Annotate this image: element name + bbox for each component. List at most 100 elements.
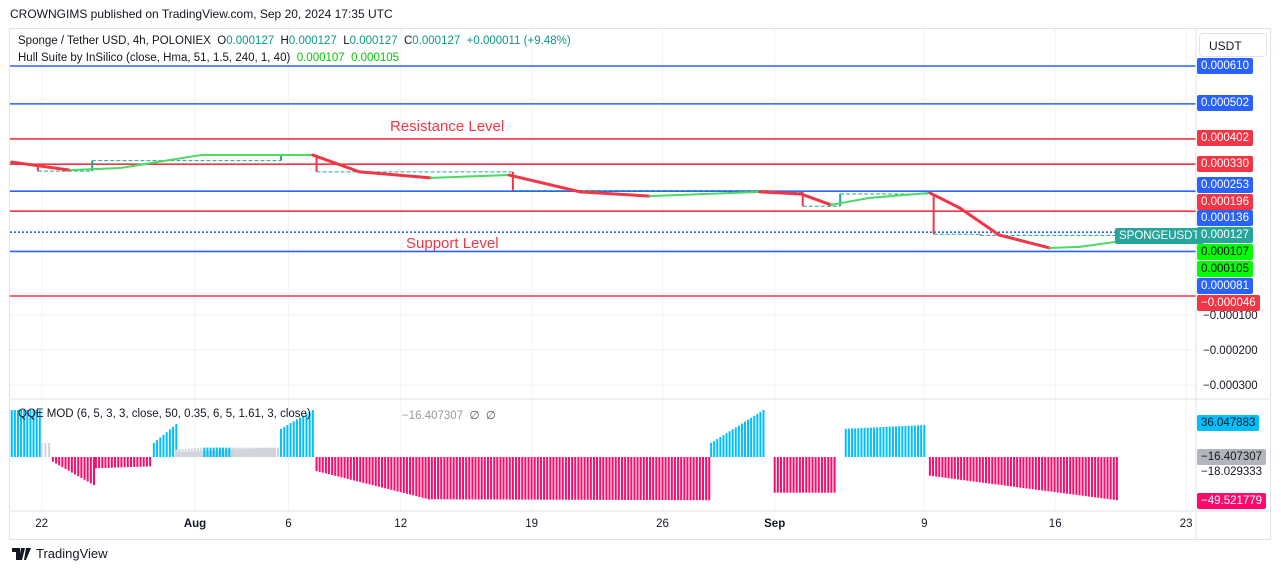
qqe-bar bbox=[123, 457, 126, 468]
x-tick-label: 26 bbox=[656, 518, 669, 530]
qqe-bar bbox=[802, 457, 805, 493]
qqe-bar bbox=[944, 457, 947, 478]
qqe-bar bbox=[499, 457, 502, 500]
qqe-bar bbox=[346, 457, 349, 479]
qqe-bar bbox=[218, 447, 221, 457]
price-tick-label: −0.000100 bbox=[1203, 310, 1258, 322]
qqe-bar bbox=[129, 457, 132, 468]
qqe-bar bbox=[486, 457, 489, 500]
qqe-bar bbox=[44, 442, 47, 457]
qqe-bar bbox=[200, 447, 203, 457]
qqe-bar bbox=[759, 411, 762, 457]
qqe-bar bbox=[592, 457, 595, 500]
qqe-bar bbox=[13, 410, 16, 457]
qqe-bar bbox=[677, 457, 680, 501]
x-tick-label: 22 bbox=[35, 518, 48, 530]
qqe-bar bbox=[61, 457, 64, 468]
qqe-bar bbox=[270, 447, 273, 457]
qqe-bar bbox=[827, 457, 830, 493]
qqe-bar bbox=[1031, 457, 1034, 490]
qqe-bar bbox=[1050, 457, 1053, 492]
qqe-bar bbox=[664, 457, 667, 501]
qqe-bar bbox=[913, 425, 916, 457]
qqe-bar bbox=[359, 457, 362, 483]
qqe-bar bbox=[820, 457, 823, 493]
time-axis: 22 Aug 6 12 19 26 Sep 9 16 23 bbox=[35, 518, 1192, 530]
hull-segment bbox=[799, 192, 833, 207]
qqe-bar bbox=[1047, 457, 1050, 492]
chart-canvas[interactable]: −0.000100 −0.000200 −0.000300 22 Aug 6 12 19 26… bbox=[0, 0, 1281, 573]
qqe-bar bbox=[101, 457, 104, 469]
qqe-bar bbox=[811, 457, 814, 493]
qqe-bar bbox=[299, 417, 302, 457]
qqe-bar bbox=[433, 457, 436, 500]
qqe-bar bbox=[617, 457, 620, 500]
qqe-bar bbox=[349, 457, 352, 480]
hull-value-2: 0.000105 bbox=[351, 52, 400, 64]
qqe-bar bbox=[402, 457, 405, 494]
qqe-bar bbox=[960, 457, 963, 480]
qqe-bar bbox=[203, 447, 206, 457]
tradingview-logo[interactable]: TradingView bbox=[12, 546, 108, 561]
qqe-bar bbox=[847, 428, 850, 457]
qqe-bar bbox=[941, 457, 944, 478]
qqe-bar bbox=[928, 457, 931, 476]
qqe-bar bbox=[876, 427, 879, 457]
qqe-bar bbox=[1087, 457, 1090, 497]
qqe-bar bbox=[705, 457, 708, 501]
qqe-bar bbox=[1081, 457, 1084, 496]
x-tick-label: 12 bbox=[394, 518, 407, 530]
qqe-bar bbox=[568, 457, 570, 500]
qqe-bar bbox=[805, 457, 808, 493]
qqe-bar bbox=[851, 428, 854, 457]
price-level-label: −0.000046 bbox=[1197, 295, 1260, 311]
hull-value-1: 0.000107 bbox=[296, 52, 345, 64]
qqe-bar bbox=[508, 457, 511, 500]
hull-segment bbox=[1078, 241, 1117, 248]
qqe-bar bbox=[427, 457, 430, 500]
qqe-bar bbox=[552, 457, 555, 500]
horizontal-levels bbox=[10, 65, 1196, 297]
qqe-bar bbox=[1041, 457, 1044, 491]
qqe-bar bbox=[728, 431, 731, 457]
qqe-bar bbox=[981, 457, 984, 483]
qqe-bar bbox=[194, 448, 196, 457]
qqe-bar bbox=[901, 426, 904, 457]
qqe-bar bbox=[458, 457, 461, 500]
qqe-bar bbox=[798, 457, 801, 493]
qqe-bar bbox=[393, 457, 396, 491]
qqe-bar bbox=[991, 457, 994, 484]
qqe-bar bbox=[555, 457, 558, 500]
hull-segment bbox=[358, 170, 433, 180]
qqe-bar bbox=[747, 419, 750, 457]
qqe-bar bbox=[136, 457, 139, 467]
symbol-legend[interactable]: Sponge / Tether USD, 4h, POLONIEX O0.000… bbox=[18, 35, 571, 47]
qqe-bar bbox=[1062, 457, 1065, 494]
price-level-label: 0.000330 bbox=[1197, 156, 1253, 172]
hull-segment bbox=[10, 160, 72, 172]
qqe-bar bbox=[159, 437, 162, 457]
qqe-bar bbox=[412, 457, 415, 496]
hull-legend[interactable]: Hull Suite by InSilico (close, Hma, 51, … bbox=[18, 52, 399, 64]
qqe-bar bbox=[888, 426, 891, 457]
qqe-bar bbox=[421, 457, 424, 498]
x-tick-label: Sep bbox=[764, 518, 785, 530]
qqe-bar bbox=[396, 457, 399, 492]
qqe-legend[interactable]: QQE MOD (6, 5, 3, 3, close, 50, 0.35, 6,… bbox=[18, 408, 311, 420]
qqe-bar bbox=[181, 449, 184, 457]
qqe-bar bbox=[789, 457, 792, 493]
qqe-bar bbox=[483, 457, 486, 500]
qqe-bar bbox=[898, 426, 901, 457]
qqe-bar bbox=[187, 448, 190, 457]
qqe-bar bbox=[80, 457, 83, 478]
qqe-bar bbox=[94, 457, 97, 469]
qqe-bar bbox=[1066, 457, 1069, 494]
qqe-bar bbox=[719, 437, 722, 457]
x-tick-label: Aug bbox=[184, 518, 206, 530]
qqe-bar bbox=[670, 457, 673, 501]
qqe-bar bbox=[808, 457, 811, 493]
qqe-bar bbox=[267, 447, 270, 457]
qqe-bar bbox=[518, 457, 521, 500]
currency-button[interactable]: USDT bbox=[1199, 33, 1267, 57]
qqe-bar bbox=[374, 457, 377, 486]
